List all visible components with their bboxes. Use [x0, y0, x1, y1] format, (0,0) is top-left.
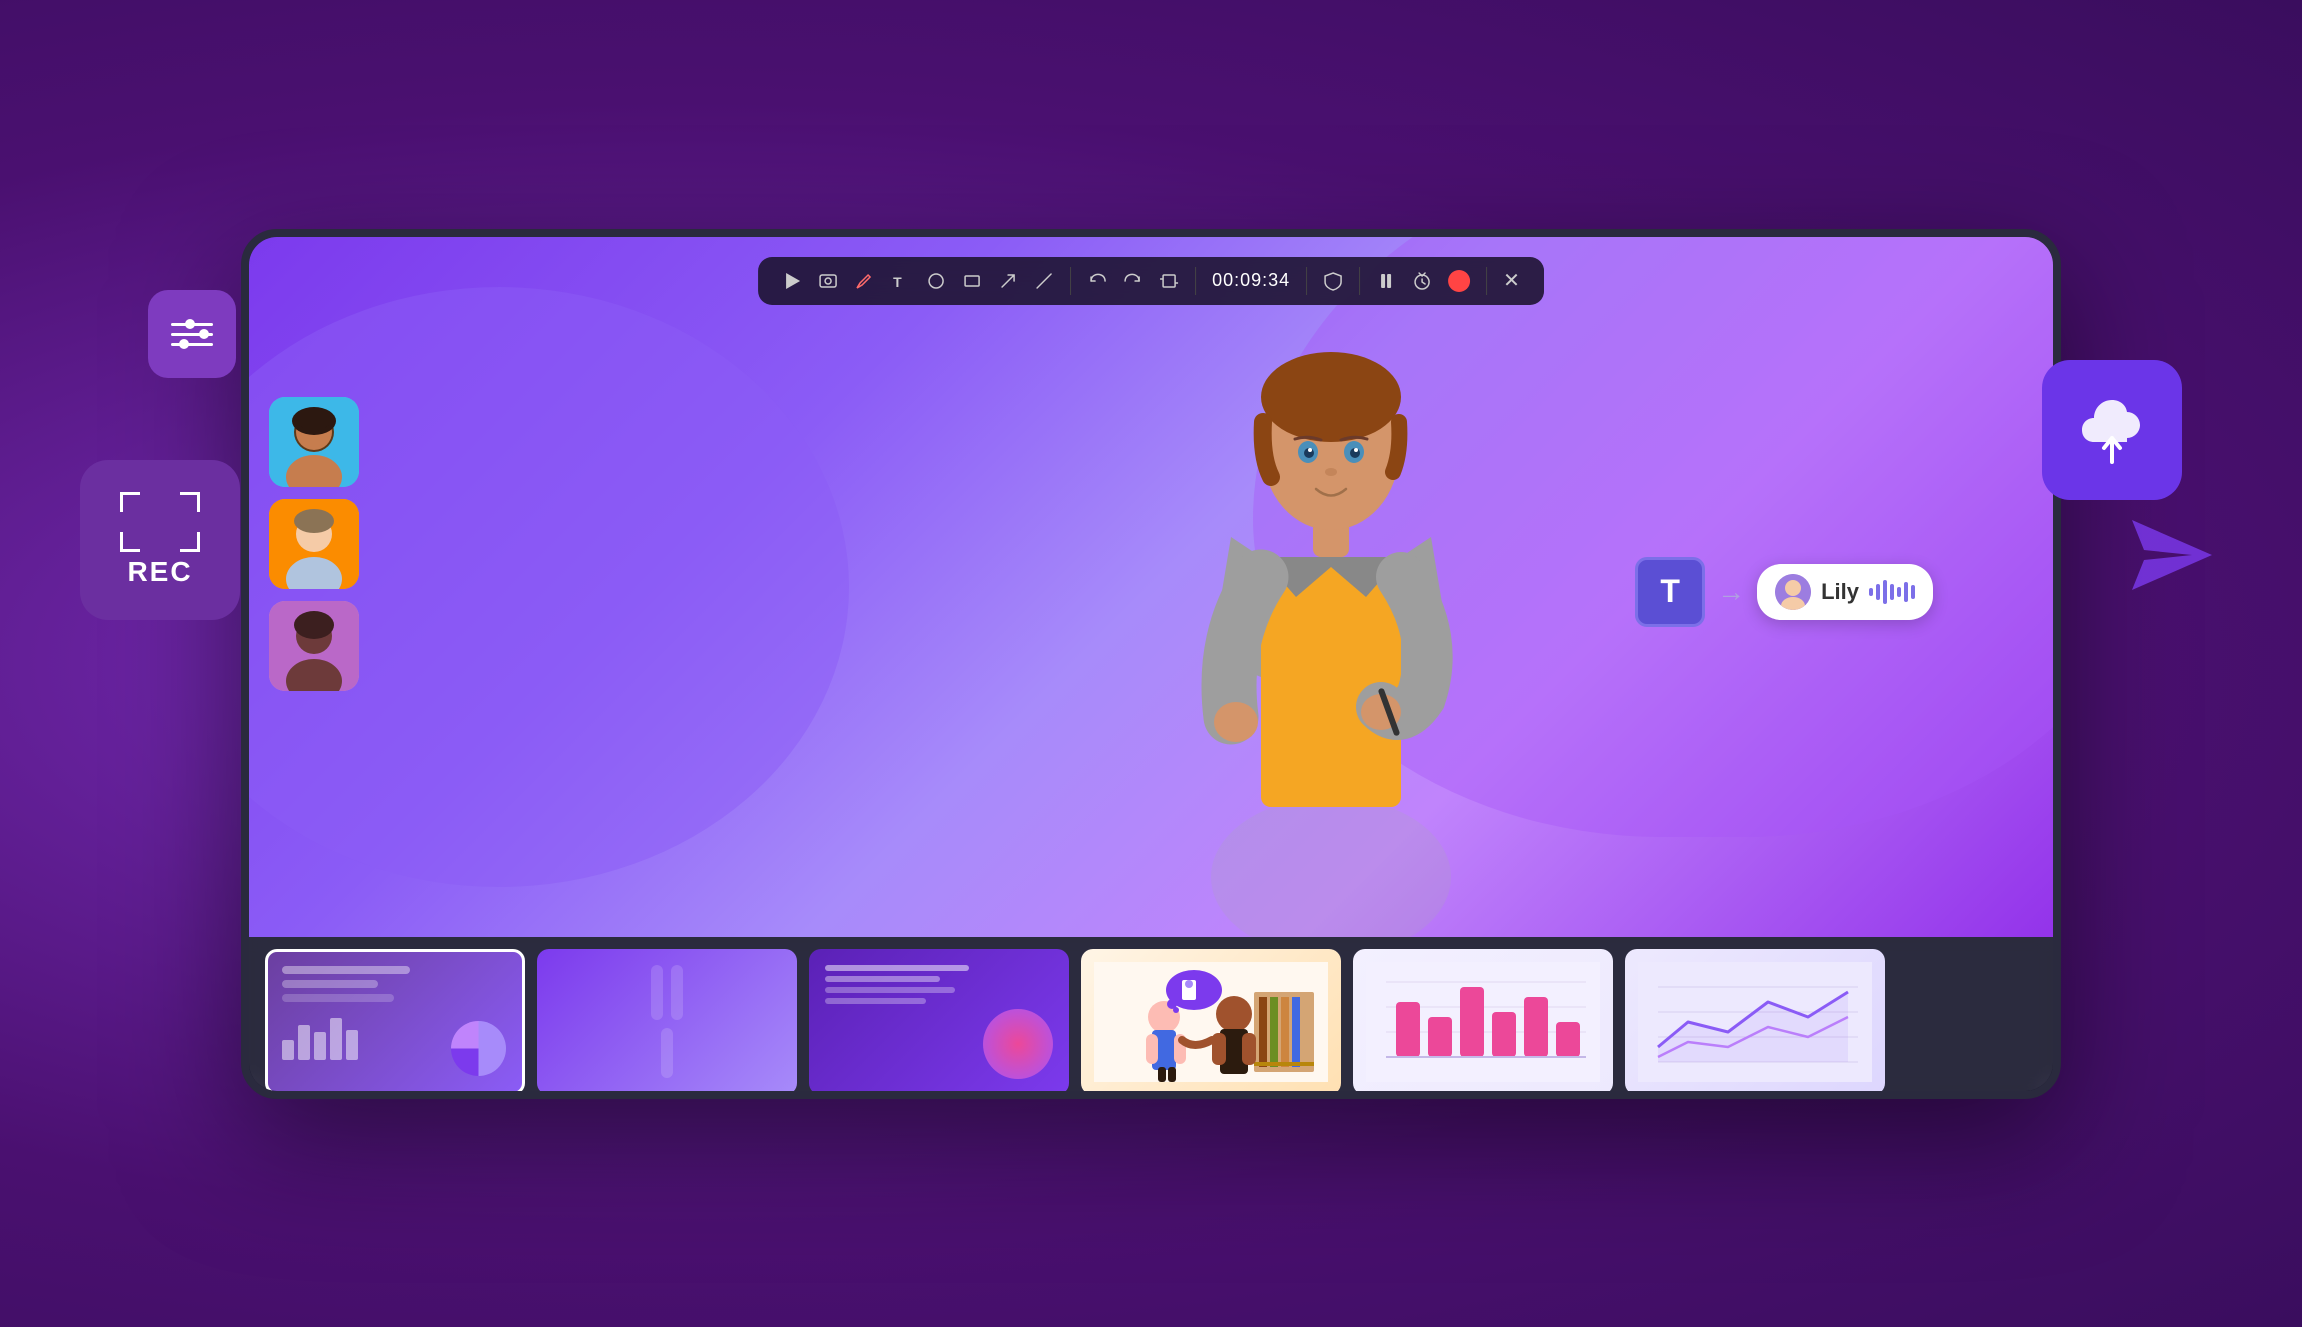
tts-wave-icon	[1869, 580, 1915, 604]
tts-text-icon[interactable]: T	[1635, 557, 1705, 627]
tts-lily-bubble[interactable]: Lily	[1757, 564, 1933, 620]
divider-3	[1306, 267, 1307, 295]
tts-arrow-icon: →	[1717, 576, 1745, 608]
slide-5-content	[1353, 949, 1613, 1091]
avatars-panel	[269, 397, 359, 691]
avatar-2[interactable]	[269, 499, 359, 589]
tts-name: Lily	[1821, 579, 1859, 605]
tts-t-label: T	[1660, 573, 1680, 610]
rec-button[interactable]: REC	[80, 460, 240, 620]
device-frame: T	[241, 229, 2061, 1099]
slide-4-illustration	[1094, 962, 1328, 1082]
svg-text:T: T	[893, 274, 902, 290]
tts-avatar	[1775, 574, 1811, 610]
slide-5-chart	[1366, 962, 1600, 1082]
upload-button[interactable]	[2042, 360, 2182, 500]
upload-cloud-icon	[2072, 390, 2152, 470]
line-tool[interactable]	[1034, 271, 1054, 291]
slide-5[interactable]	[1353, 949, 1613, 1091]
scene-wrapper: REC	[0, 0, 2302, 1327]
rec-corners-icon	[120, 492, 200, 552]
slide-strip	[249, 937, 2053, 1091]
slide-1-content	[268, 952, 522, 1091]
screenshot-tool[interactable]	[818, 271, 838, 291]
record-indicator[interactable]	[1448, 270, 1470, 292]
pause-button[interactable]	[1376, 271, 1396, 291]
text-tool[interactable]: T	[890, 271, 910, 291]
timer-reset-tool[interactable]	[1412, 271, 1432, 291]
rectangle-tool[interactable]	[962, 271, 982, 291]
slide-4[interactable]	[1081, 949, 1341, 1091]
close-button[interactable]: ✕	[1503, 268, 1520, 293]
slide-1[interactable]	[265, 949, 525, 1091]
undo-tool[interactable]	[1087, 271, 1107, 291]
slide-2-content	[537, 949, 797, 1091]
settings-icon	[171, 323, 213, 346]
slide-4-content	[1081, 949, 1341, 1091]
crop-tool[interactable]	[1159, 271, 1179, 291]
slide-3-circle	[983, 1009, 1053, 1079]
slide-3[interactable]	[809, 949, 1069, 1091]
divider-2	[1195, 267, 1196, 295]
canvas-area: T	[249, 237, 2053, 937]
send-icon	[2132, 520, 2212, 590]
slide-2[interactable]	[537, 949, 797, 1091]
divider-5	[1486, 267, 1487, 295]
device-inner: T	[249, 237, 2053, 1091]
slide-6-chart	[1638, 962, 1872, 1082]
shield-tool[interactable]	[1323, 271, 1343, 291]
avatar-1[interactable]	[269, 397, 359, 487]
redo-tool[interactable]	[1123, 271, 1143, 291]
avatar-3-face	[269, 601, 359, 691]
avatar-3[interactable]	[269, 601, 359, 691]
send-button[interactable]	[2132, 520, 2212, 595]
mini-pie-chart	[451, 1021, 506, 1076]
presenter-area	[1131, 257, 1531, 937]
slide-6[interactable]	[1625, 949, 1885, 1091]
avatar-2-face	[269, 499, 359, 589]
presenter-figure	[1131, 257, 1531, 937]
slide-3-content	[809, 949, 1069, 1091]
circle-tool[interactable]	[926, 271, 946, 291]
toolbar: T	[758, 257, 1544, 305]
arrow-tool[interactable]	[998, 271, 1018, 291]
settings-button[interactable]	[148, 290, 236, 378]
divider-4	[1359, 267, 1360, 295]
avatar-1-face	[269, 397, 359, 487]
tts-panel: T → Lily	[1635, 557, 1933, 627]
timer-display: 00:09:34	[1212, 270, 1290, 291]
pen-tool[interactable]	[854, 271, 874, 291]
slide-6-content	[1625, 949, 1885, 1091]
play-tool[interactable]	[782, 271, 802, 291]
rec-label: REC	[127, 556, 192, 588]
divider-1	[1070, 267, 1071, 295]
